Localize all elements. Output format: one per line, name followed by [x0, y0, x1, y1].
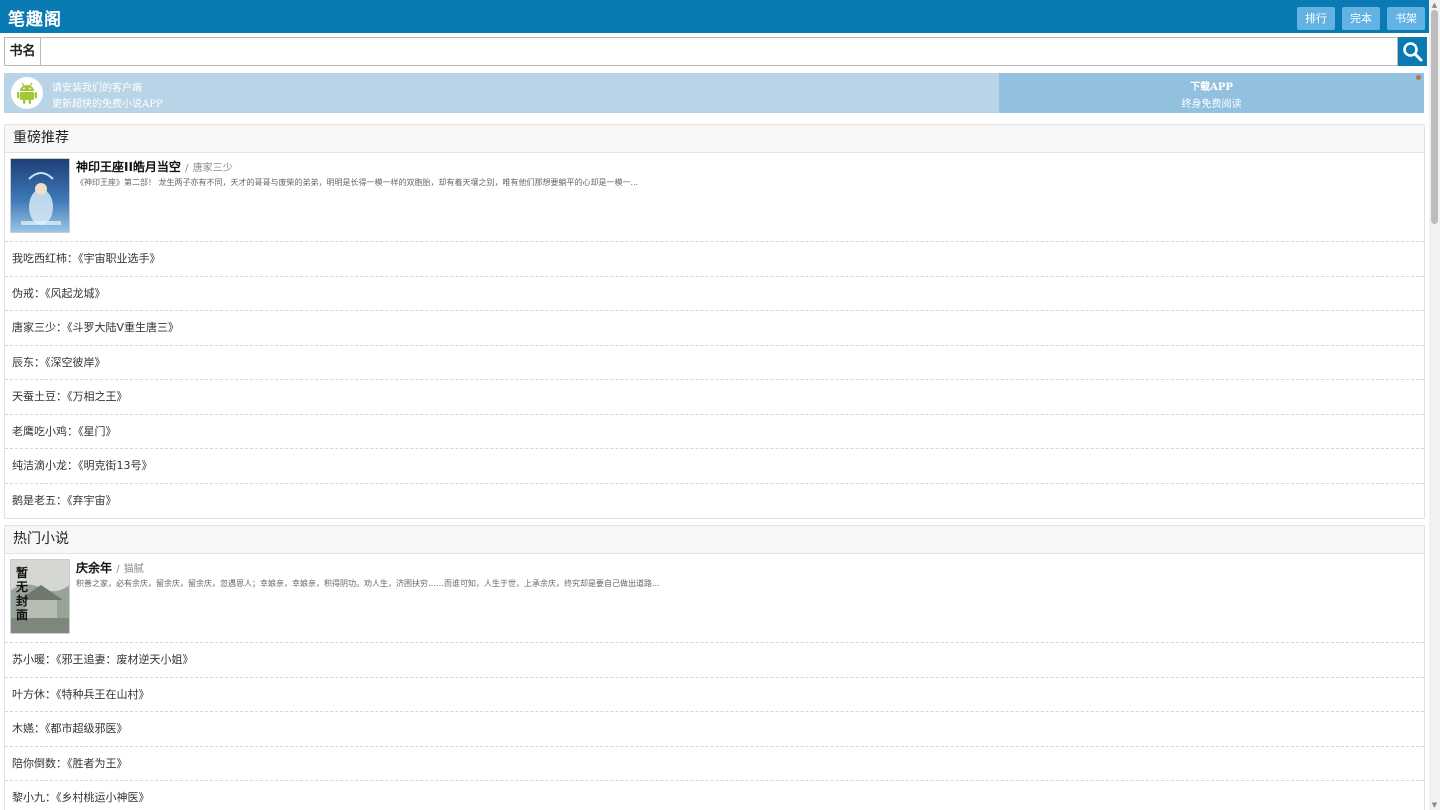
book-cover-image[interactable] — [10, 158, 70, 233]
app-banner-line2: 更新超快的免费小说APP — [52, 99, 163, 110]
download-app-label: 下载APP — [1190, 82, 1233, 93]
search-icon — [1403, 42, 1423, 62]
download-app-sublabel: 终身免费阅读 — [1181, 99, 1242, 110]
featured-book[interactable]: 暂无封面 庆余年 / 猫腻 积善之家，必有余庆，留余庆，留余庆，忽遇恩人；幸娘亲… — [5, 554, 1424, 643]
book-list-item[interactable]: 我吃西红柿：《宇宙职业选手》 — [5, 242, 1424, 277]
search-bar: 书名 — [4, 37, 1427, 66]
book-cover-placeholder[interactable]: 暂无封面 — [10, 559, 70, 634]
cover-placeholder-text: 暂无封面 — [16, 566, 29, 622]
section-recommended: 重磅推荐 神印王座II皓月当空 / 唐家三少 《神印王座》第二部！ 龙生两子亦有… — [4, 124, 1425, 519]
site-logo[interactable]: 笔趣阁 — [8, 5, 62, 30]
book-list-item[interactable]: 木嬿：《都市超级邪医》 — [5, 712, 1424, 747]
book-list-item[interactable]: 老鹰吃小鸡：《星门》 — [5, 415, 1424, 449]
featured-book[interactable]: 神印王座II皓月当空 / 唐家三少 《神印王座》第二部！ 龙生两子亦有不同，天才… — [5, 153, 1424, 242]
scrollbar-thumb[interactable] — [1431, 10, 1438, 224]
book-title[interactable]: 神印王座II皓月当空 — [76, 160, 181, 174]
banner-close-dot[interactable] — [1416, 75, 1421, 80]
app-banner-line1: 请安装我们的客户端 — [52, 83, 142, 94]
app-download-banner[interactable]: 请安装我们的客户端 更新超快的免费小说APP 下载APP 终身免费阅读 — [4, 73, 1424, 113]
featured-book-title[interactable]: 庆余年 / 猫腻 — [76, 559, 144, 576]
nav-bookshelf-button[interactable]: 书架 — [1387, 7, 1425, 30]
nav-completed-button[interactable]: 完本 — [1342, 7, 1380, 30]
book-description: 积善之家，必有余庆，留余庆，留余庆，忽遇恩人；幸娘亲，幸娘亲，积得阴功。劝人生，… — [76, 579, 660, 588]
search-input[interactable] — [40, 37, 1398, 66]
section-hot-novels: 热门小说 暂无封面 庆余年 / 猫腻 积善之家，必有余庆，留余庆，留余庆，忽遇恩… — [4, 525, 1425, 810]
scroll-up-arrow-icon[interactable]: ▲ — [1431, 1, 1438, 9]
book-author: 唐家三少 — [192, 163, 233, 174]
search-type-label: 书名 — [4, 37, 40, 66]
book-list-item[interactable]: 叶方休：《特种兵王在山村》 — [5, 678, 1424, 712]
book-description: 《神印王座》第二部！ 龙生两子亦有不同，天才的哥哥与废柴的弟弟，明明是长得一模一… — [76, 178, 639, 187]
book-list-item[interactable]: 黎小九：《乡村桃运小神医》 — [5, 781, 1424, 810]
book-list-item[interactable]: 纯洁滴小龙：《明克街13号》 — [5, 449, 1424, 484]
title-separator: / — [116, 564, 120, 575]
app-banner-info[interactable]: 请安装我们的客户端 更新超快的免费小说APP — [4, 73, 999, 113]
book-list-item[interactable]: 伪戒：《风起龙城》 — [5, 277, 1424, 311]
android-icon — [11, 77, 43, 109]
scroll-down-arrow-icon[interactable]: ▼ — [1431, 801, 1438, 809]
book-list-item[interactable]: 天蚕土豆：《万相之王》 — [5, 380, 1424, 415]
search-button[interactable] — [1398, 37, 1427, 66]
book-list-item[interactable]: 辰东：《深空彼岸》 — [5, 346, 1424, 380]
book-list-item[interactable]: 唐家三少：《斗罗大陆V重生唐三》 — [5, 311, 1424, 346]
book-list-item[interactable]: 苏小暖：《邪王追妻：废材逆天小姐》 — [5, 643, 1424, 678]
book-title[interactable]: 庆余年 — [76, 561, 112, 575]
featured-book-title[interactable]: 神印王座II皓月当空 / 唐家三少 — [76, 158, 233, 175]
section-title: 重磅推荐 — [5, 125, 1424, 153]
nav-ranking-button[interactable]: 排行 — [1297, 7, 1335, 30]
section-title: 热门小说 — [5, 526, 1424, 554]
page-scrollbar[interactable]: ▲ ▼ — [1429, 0, 1440, 810]
title-separator: / — [185, 163, 189, 174]
book-list-item[interactable]: 鹅是老五：《弃宇宙》 — [5, 484, 1424, 519]
download-app-button[interactable]: 下载APP 终身免费阅读 — [999, 73, 1424, 113]
book-list-item[interactable]: 陪你倒数：《胜者为王》 — [5, 747, 1424, 781]
book-author: 猫腻 — [123, 564, 144, 575]
top-navbar: 笔趣阁 排行 完本 书架 — [0, 0, 1440, 33]
